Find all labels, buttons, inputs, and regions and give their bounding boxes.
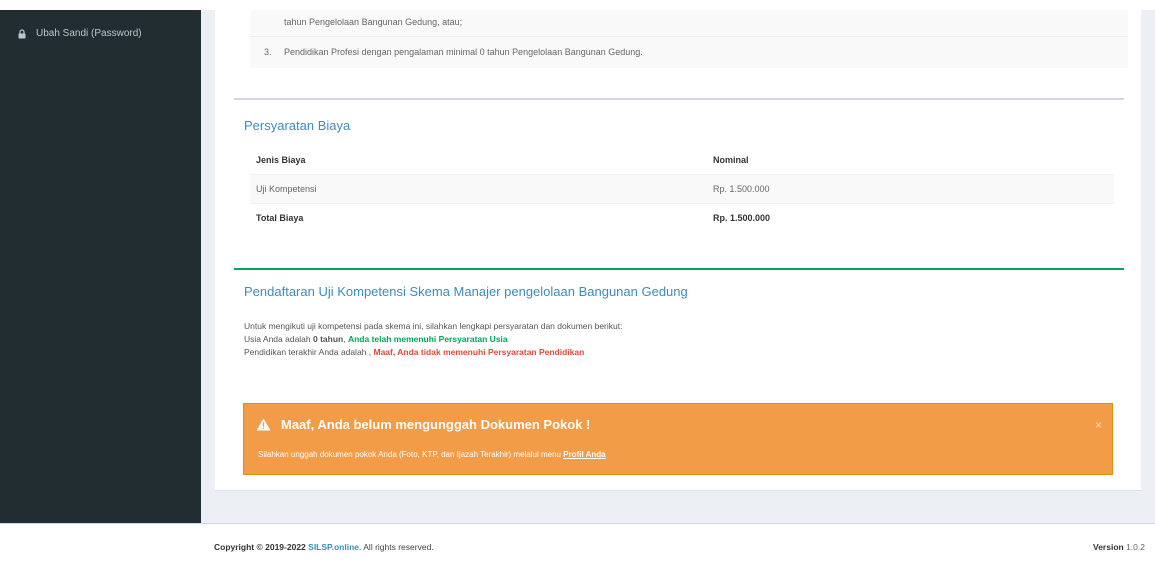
age-status: Anda telah memenuhi Persyaratan Usia — [347, 334, 508, 344]
total-label-cell: Total Biaya — [250, 203, 707, 232]
version-info: Version 1.0.2 — [1093, 542, 1145, 552]
age-prefix: Usia Anda adalah — [244, 334, 313, 344]
education-item-number: 3. — [264, 47, 272, 57]
fee-requirements-title: Persyaratan Biaya — [244, 118, 351, 133]
education-status: Maaf, Anda tidak memenuhi Persyaratan Pe… — [373, 347, 585, 357]
fee-requirements-panel: Persyaratan Biaya Jenis Biaya Nominal Uj… — [234, 98, 1124, 250]
lock-icon — [18, 28, 26, 38]
warning-icon — [256, 418, 271, 431]
missing-documents-alert: Maaf, Anda belum mengunggah Dokumen Poko… — [243, 403, 1113, 475]
education-item-text: Pendidikan Profesi dengan pengalaman min… — [284, 47, 643, 57]
alert-body: Silahkan unggah dokumen pokok Anda (Foto… — [258, 450, 606, 459]
alert-close-button[interactable]: × — [1095, 418, 1102, 432]
profile-link[interactable]: Profil Anda — [563, 450, 605, 459]
fee-name-cell: Uji Kompetensi — [250, 174, 707, 204]
footer: Copyright © 2019-2022 SILSP.online. All … — [0, 523, 1155, 563]
fee-amount-cell: Rp. 1.500.000 — [707, 174, 1114, 204]
content-area: tahun Pengelolaan Bangunan Gedung, atau;… — [201, 10, 1155, 523]
registration-panel: Pendaftaran Uji Kompetensi Skema Manajer… — [234, 268, 1124, 475]
registration-intro: Untuk mengikuti uji kompetensi pada skem… — [244, 321, 623, 331]
age-value: 0 tahun — [313, 334, 344, 344]
alert-title-text: Maaf, Anda belum mengunggah Dokumen Poko… — [281, 417, 591, 432]
sidebar-item-label: Ubah Sandi (Password) — [36, 28, 142, 39]
alert-body-text: Silahkan unggah dokumen pokok Anda (Foto… — [258, 450, 564, 459]
education-requirements-list: tahun Pengelolaan Bangunan Gedung, atau;… — [250, 10, 1128, 68]
table-total-row: Total Biaya Rp. 1.500.000 — [250, 203, 1114, 232]
total-amount-cell: Rp. 1.500.000 — [707, 203, 1114, 232]
main-box: tahun Pengelolaan Bangunan Gedung, atau;… — [215, 10, 1141, 491]
table-row: Uji Kompetensi Rp. 1.500.000 — [250, 174, 1114, 204]
education-prefix: Pendidikan terakhir Anda adalah , — [244, 347, 374, 357]
version-value: 1.0.2 — [1123, 542, 1145, 552]
education-requirement-line: Pendidikan terakhir Anda adalah , Maaf, … — [244, 347, 584, 357]
table-header-row: Jenis Biaya Nominal — [250, 146, 1114, 175]
rights-text: All rights reserved. — [361, 542, 434, 552]
version-label: Version — [1093, 542, 1124, 552]
fee-table: Jenis Biaya Nominal Uji Kompetensi Rp. 1… — [250, 146, 1114, 232]
column-header-amount: Nominal — [713, 155, 749, 165]
education-item-3: 3. Pendidikan Profesi dengan pengalaman … — [250, 36, 1128, 69]
copyright-text: Copyright © 2019-2022 SILSP.online. All … — [214, 542, 434, 552]
sidebar: Ubah Sandi (Password) — [0, 10, 201, 523]
sidebar-item-change-password[interactable]: Ubah Sandi (Password) — [18, 28, 142, 39]
top-strip — [0, 0, 1155, 10]
copyright-label: Copyright © 2019-2022 — [214, 542, 306, 552]
education-item-2-continued: tahun Pengelolaan Bangunan Gedung, atau; — [284, 17, 463, 27]
column-header-fee-type: Jenis Biaya — [256, 155, 306, 165]
registration-title: Pendaftaran Uji Kompetensi Skema Manajer… — [244, 284, 688, 299]
alert-title: Maaf, Anda belum mengunggah Dokumen Poko… — [256, 417, 590, 432]
age-requirement-line: Usia Anda adalah 0 tahun, Anda telah mem… — [244, 334, 508, 344]
brand-link[interactable]: SILSP.online. — [308, 542, 361, 552]
